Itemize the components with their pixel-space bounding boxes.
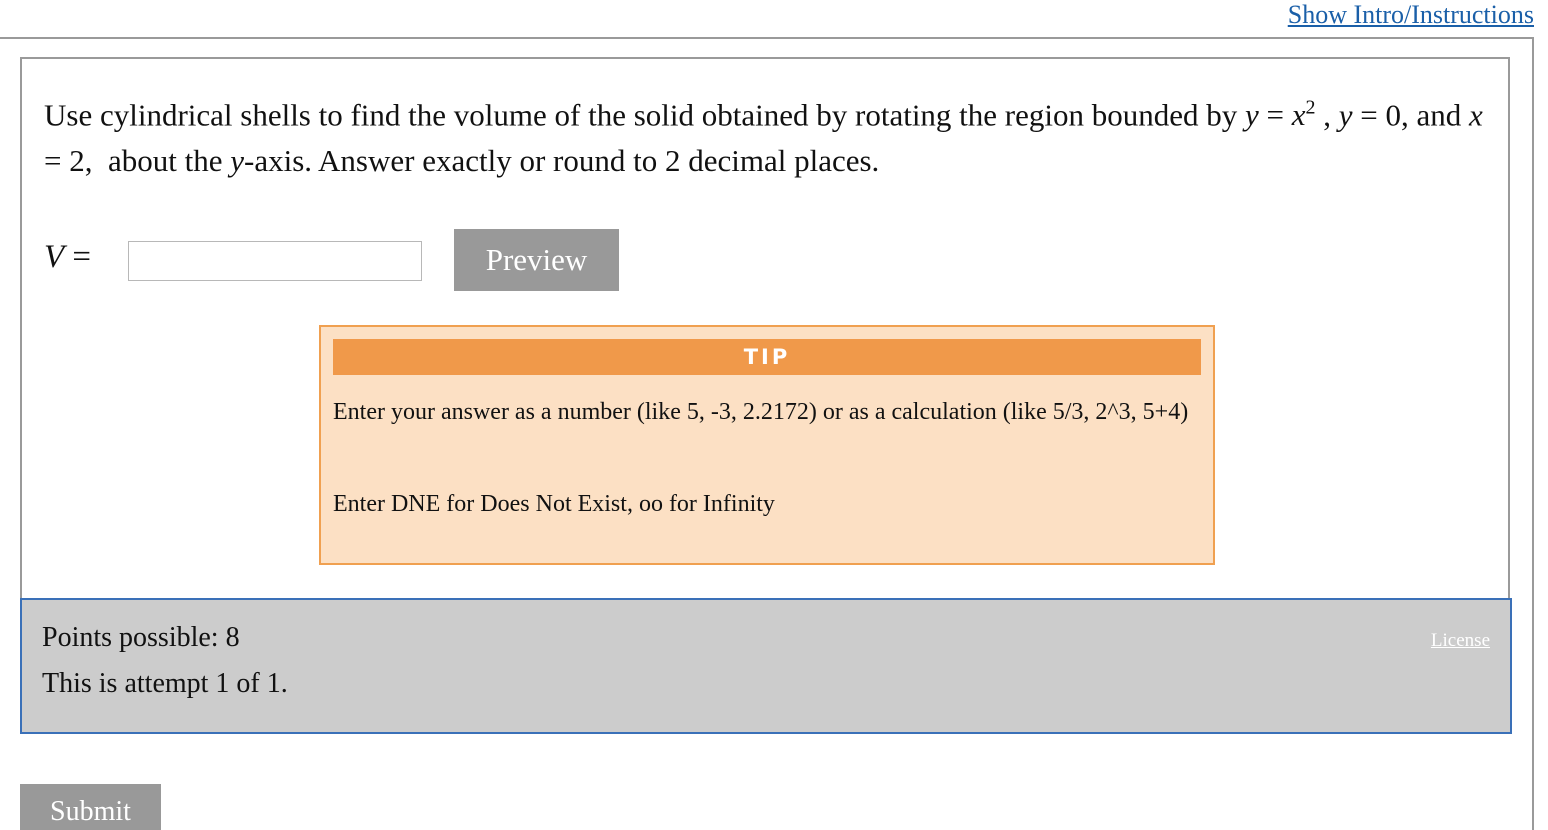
- question-box: Use cylindrical shells to find the volum…: [20, 57, 1510, 598]
- submit-button[interactable]: Submit: [20, 784, 161, 830]
- attempt-info: This is attempt 1 of 1.: [42, 668, 288, 699]
- tip-header: TIP: [333, 339, 1201, 375]
- points-possible: Points possible: 8: [42, 622, 240, 653]
- tip-box: TIP Enter your answer as a number (like …: [319, 325, 1215, 565]
- top-divider: [0, 37, 1534, 39]
- tip-line-2: Enter DNE for Does Not Exist, oo for Inf…: [333, 491, 775, 517]
- preview-button[interactable]: Preview: [454, 229, 619, 291]
- right-divider: [1532, 37, 1534, 830]
- question-footer: Points possible: 8 This is attempt 1 of …: [20, 598, 1512, 734]
- license-link[interactable]: License: [1431, 630, 1490, 652]
- show-intro-instructions-link[interactable]: Show Intro/Instructions: [1288, 0, 1534, 30]
- answer-input[interactable]: [128, 241, 422, 281]
- math-y-eq-0: y = 0,: [1338, 97, 1409, 133]
- answer-row: V = Preview: [44, 229, 744, 291]
- answer-label: V =: [44, 239, 92, 275]
- math-y-axis-var: y: [230, 143, 244, 179]
- question-text: Use cylindrical shells to find the volum…: [44, 97, 1483, 179]
- tip-line-1: Enter your answer as a number (like 5, -…: [333, 399, 1189, 425]
- question-text-part1: Use cylindrical shells to find the volum…: [44, 97, 1246, 133]
- math-y-eq-x-squared: y = x2: [1245, 97, 1316, 133]
